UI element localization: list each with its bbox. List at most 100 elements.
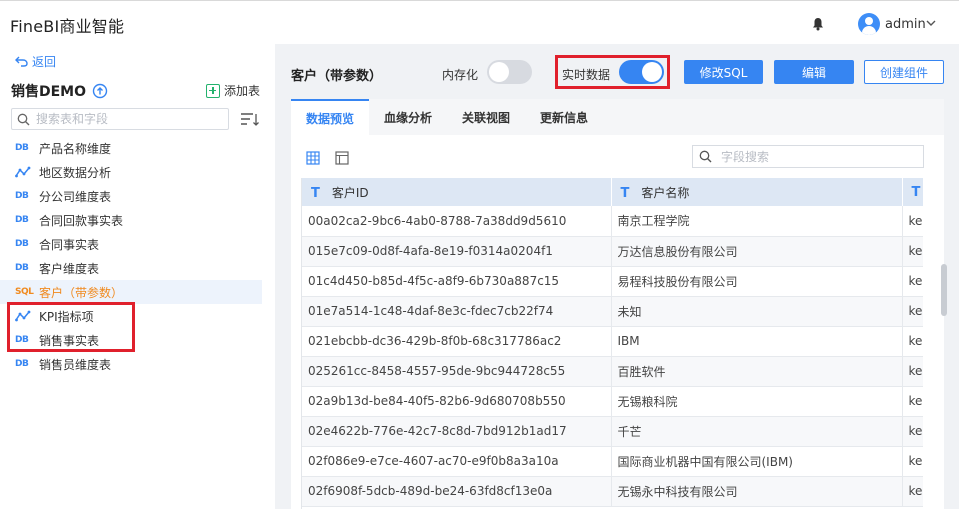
text-type-icon: T — [911, 184, 921, 200]
search-icon — [699, 150, 712, 163]
add-table-label: 添加表 — [224, 84, 261, 98]
add-table-icon — [206, 83, 220, 98]
sidebar-item-label: 客户（带参数） — [39, 285, 124, 300]
highlight-box — [555, 55, 670, 89]
table-cell: 01e7a514-1c48-4daf-8e3c-fdec7cb22f74 — [302, 296, 612, 327]
sidebar-search-input[interactable] — [36, 111, 224, 127]
sidebar-item-label: 合同事实表 — [39, 237, 100, 252]
package-title-text: 销售DEMO — [11, 84, 87, 100]
add-table-button[interactable]: 添加表 — [206, 82, 260, 99]
tab-bar: 数据预览 血缘分析 关联视图 更新信息 — [291, 99, 944, 135]
grid-view-icon[interactable] — [306, 151, 320, 165]
detail-view-icon[interactable] — [335, 151, 349, 165]
table-cell: 南京工程学院 — [611, 206, 903, 237]
tab-lineage[interactable]: 血缘分析 — [369, 99, 447, 135]
sidebar-item[interactable]: DB 产品名称维度 — [0, 136, 262, 160]
table-cell: kel — [902, 356, 923, 387]
table-cell: 00a02ca2-9bc6-4ab0-8788-7a38dd9d5610 — [302, 206, 612, 237]
table-row[interactable]: 021ebcbb-dc36-429b-8f0b-68c317786ac2 IBM k… — [302, 326, 923, 357]
sidebar-item-label: 分公司维度表 — [39, 189, 112, 204]
sidebar-item[interactable]: DB 合同事实表 — [0, 232, 262, 256]
table-row[interactable]: 015e7c09-0d8f-4afa-8e19-f0314a0204f1 万达信息… — [302, 236, 923, 267]
sql-table-icon: SQL — [15, 287, 34, 297]
sidebar-item-label: 产品名称维度 — [39, 141, 112, 156]
memory-label: 内存化 — [442, 68, 479, 82]
table-row[interactable]: 02a9b13d-be84-40f5-82b6-9d680708b550 无锡粮科… — [302, 386, 923, 417]
table-cell: kel — [902, 416, 923, 447]
sidebar-item[interactable]: DB 分公司维度表 — [0, 184, 262, 208]
analysis-line-icon — [15, 166, 31, 178]
db-table-icon: DB — [15, 239, 29, 249]
tab-update-info[interactable]: 更新信息 — [525, 99, 603, 135]
sidebar-item[interactable]: DB 客户维度表 — [0, 256, 262, 280]
table-cell: 015e7c09-0d8f-4afa-8e19-f0314a0204f1 — [302, 236, 612, 267]
sidebar-item[interactable]: DB 合同回款事实表 — [0, 208, 262, 232]
table-row[interactable]: 01c4d450-b85d-4f5c-a8f9-6b730a887c15 易程科技… — [302, 266, 923, 297]
sidebar-item[interactable]: 地区数据分析 — [0, 160, 262, 184]
sidebar-item-label: 客户维度表 — [39, 261, 100, 276]
highlight-box — [7, 302, 135, 352]
field-search-input[interactable] — [721, 149, 919, 165]
create-component-button[interactable]: 创建组件 — [864, 60, 944, 84]
sort-icon[interactable] — [239, 110, 261, 130]
db-table-icon: DB — [15, 215, 29, 225]
table-cell: IBM — [611, 326, 903, 357]
sidebar-item-label: 合同回款事实表 — [39, 213, 124, 228]
column-header[interactable]: T 客户名称 — [611, 178, 903, 206]
db-table-icon: DB — [15, 191, 29, 201]
table-cell: kel — [902, 206, 923, 237]
tab-related-view[interactable]: 关联视图 — [447, 99, 525, 135]
text-type-icon: T — [311, 185, 320, 201]
data-card: 数据预览 血缘分析 关联视图 更新信息 T客户I — [291, 99, 947, 509]
table-cell: 无锡粮科院 — [611, 386, 903, 417]
table-row[interactable]: 01e7a514-1c48-4daf-8e3c-fdec7cb22f74 未知 ke… — [302, 296, 923, 327]
bell-icon[interactable] — [811, 17, 825, 31]
text-type-icon: T — [620, 185, 630, 201]
table-cell: 未知 — [611, 296, 903, 327]
table-cell: 02f086e9-e7ce-4607-ac70-e9f0b8a3a10a — [302, 446, 612, 477]
table-row[interactable]: 025261cc-8458-4557-95de-9bc944728c55 百胜软件… — [302, 356, 923, 387]
column-header[interactable]: T 客户ID — [302, 178, 612, 206]
avatar[interactable] — [858, 13, 880, 35]
table-row[interactable]: 02f086e9-e7ce-4607-ac70-e9f0b8a3a10a 国际商业… — [302, 446, 923, 477]
table-cell: 无锡永中科技有限公司 — [611, 476, 903, 507]
tab-data-preview[interactable]: 数据预览 — [291, 99, 369, 135]
db-table-icon: DB — [15, 263, 29, 273]
package-title: 销售DEMO — [11, 81, 108, 101]
memory-toggle[interactable] — [487, 60, 532, 84]
top-bar: FineBI商业智能 admin — [0, 0, 959, 44]
user-name[interactable]: admin — [885, 17, 926, 32]
edit-button[interactable]: 编辑 — [774, 60, 854, 84]
sidebar-item-label: 地区数据分析 — [39, 165, 112, 180]
table-cell: 01c4d450-b85d-4f5c-a8f9-6b730a887c15 — [302, 266, 612, 297]
edit-sql-button[interactable]: 修改SQL — [684, 60, 763, 84]
table-cell: 02e4622b-776e-42c7-8c8d-7bd912b1ad17 — [302, 416, 612, 447]
table-cell: kel — [902, 446, 923, 477]
field-search — [692, 145, 924, 168]
table-header-row: T 客户ID T 客户名称 T — [302, 178, 923, 206]
table-row[interactable]: 02e4622b-776e-42c7-8c8d-7bd912b1ad17 千芒 ke… — [302, 416, 923, 447]
upload-circle-icon[interactable] — [92, 83, 108, 99]
table-cell: 02a9b13d-be84-40f5-82b6-9d680708b550 — [302, 386, 612, 417]
table-cell: kel — [902, 386, 923, 417]
back-link[interactable]: 返回 — [15, 53, 56, 70]
column-header[interactable]: T — [902, 178, 923, 206]
table-row[interactable]: 02f6908f-5dcb-489d-be24-63fd8cf13e0a 无锡永中… — [302, 476, 923, 507]
vertical-scrollbar[interactable] — [941, 264, 947, 316]
sidebar: 返回 销售DEMO 添加表 DB 产品名称维度地区数据分析 DB 分公司维度表 DB 合同… — [0, 44, 275, 509]
data-grid: T 客户ID T 客户名称 T 00a02ca2-9bc6-4ab0-8788-7a… — [301, 178, 923, 509]
table-cell: 百胜软件 — [611, 356, 903, 387]
db-table-icon: DB — [15, 359, 29, 369]
app-title: FineBI商业智能 — [10, 17, 125, 36]
main-panel: 客户（带参数） 内存化 实时数据 修改SQL 编辑 创建组件 数据预览 血缘分析… — [275, 44, 959, 509]
table-cell: kel — [902, 326, 923, 357]
sidebar-search — [11, 108, 229, 130]
table-row[interactable]: 00a02ca2-9bc6-4ab0-8788-7a38dd9d5610 南京工程… — [302, 206, 923, 237]
db-table-icon: DB — [15, 143, 29, 153]
sidebar-item[interactable]: SQL 客户（带参数） — [0, 280, 262, 304]
table-cell: 易程科技股份有限公司 — [611, 266, 903, 297]
chevron-down-icon[interactable] — [926, 19, 936, 27]
back-label: 返回 — [32, 55, 57, 69]
sidebar-item[interactable]: DB 销售员维度表 — [0, 352, 262, 376]
table-cell: kel — [902, 296, 923, 327]
